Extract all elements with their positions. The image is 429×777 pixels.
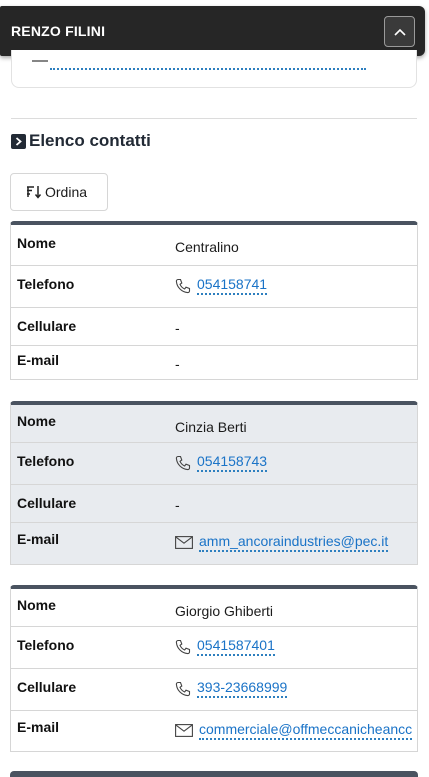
page-title: RENZO FILINI	[11, 23, 106, 39]
contact-row-email: E-mail commerciale@offmeccanicheancc	[11, 711, 417, 751]
email-address[interactable]: commerciale@offmeccanicheancc	[199, 721, 413, 740]
envelope-icon	[32, 60, 48, 62]
phone-number[interactable]: 054158741	[197, 276, 268, 295]
contact-card: Nome Cinzia Berti Telefono 054158743 Cel…	[10, 401, 418, 565]
phone-icon	[175, 639, 191, 654]
mobile-link[interactable]: 393-23668999	[175, 679, 288, 698]
field-label: Telefono	[17, 453, 75, 469]
contact-row-phone: Telefono 054158743	[11, 443, 417, 485]
truncated-email-link[interactable]	[50, 68, 366, 70]
phone-number[interactable]: 054158743	[197, 453, 268, 472]
field-label: Nome	[17, 413, 56, 429]
field-label: Telefono	[17, 276, 75, 292]
contact-row-phone: Telefono 054158741	[11, 266, 417, 308]
field-label: Telefono	[17, 637, 75, 653]
contact-row-mobile: Cellulare 393-23668999	[11, 669, 417, 711]
field-label: Cellulare	[17, 679, 77, 695]
envelope-icon	[175, 536, 193, 549]
email-address[interactable]: amm_ancoraindustries@pec.it	[199, 533, 389, 552]
sort-icon	[27, 186, 42, 199]
field-label: Nome	[17, 235, 56, 251]
phone-icon	[175, 278, 191, 293]
field-label: E-mail	[17, 531, 60, 547]
contact-card: Nome Giorgio Ghiberti Telefono 054158740…	[10, 585, 418, 752]
chevron-up-icon	[393, 28, 406, 36]
field-label: E-mail	[17, 352, 60, 368]
field-label: Nome	[17, 597, 56, 613]
phone-link[interactable]: 054158743	[175, 453, 268, 472]
mobile-value: -	[175, 320, 180, 336]
contact-row-name: Nome Giorgio Ghiberti	[11, 589, 417, 627]
contact-row-email: E-mail amm_ancoraindustries@pec.it	[11, 523, 417, 564]
collapse-button[interactable]	[384, 16, 415, 47]
contact-row-phone: Telefono 0541587401	[11, 627, 417, 669]
contact-row-email: E-mail -	[11, 346, 417, 383]
contact-row-name: Nome Centralino	[11, 225, 417, 266]
contact-name: Cinzia Berti	[175, 419, 247, 435]
contact-row-mobile: Cellulare -	[11, 485, 417, 523]
mobile-value: -	[175, 497, 180, 513]
section-header: Elenco contatti	[11, 131, 151, 151]
field-label: Cellulare	[17, 495, 77, 511]
section-divider	[11, 118, 417, 119]
sort-label: Ordina	[45, 184, 88, 200]
email-link[interactable]: commerciale@offmeccanicheancc	[175, 721, 413, 740]
email-link[interactable]: amm_ancoraindustries@pec.it	[175, 533, 389, 552]
contact-row-name: Nome Cinzia Berti	[11, 405, 417, 443]
phone-icon	[175, 455, 191, 470]
field-label: Cellulare	[17, 318, 77, 334]
mobile-number[interactable]: 393-23668999	[197, 679, 288, 698]
field-label: E-mail	[17, 719, 60, 735]
contact-name: Centralino	[175, 239, 239, 255]
email-value: -	[175, 356, 180, 372]
section-title: Elenco contatti	[29, 131, 151, 150]
phone-link[interactable]: 0541587401	[175, 637, 275, 656]
chevron-right-icon	[11, 133, 26, 149]
previous-contact-card	[11, 50, 417, 88]
next-contact-card-edge	[10, 771, 418, 777]
contact-row-mobile: Cellulare -	[11, 308, 417, 346]
contact-name: Giorgio Ghiberti	[175, 603, 274, 619]
phone-link[interactable]: 054158741	[175, 276, 268, 295]
phone-number[interactable]: 0541587401	[197, 637, 275, 656]
phone-icon	[175, 681, 191, 696]
sort-button[interactable]: Ordina	[10, 173, 108, 211]
title-bar: RENZO FILINI	[0, 6, 425, 56]
contact-card: Nome Centralino Telefono 054158741 Cellu…	[10, 221, 418, 380]
envelope-icon	[175, 724, 193, 737]
